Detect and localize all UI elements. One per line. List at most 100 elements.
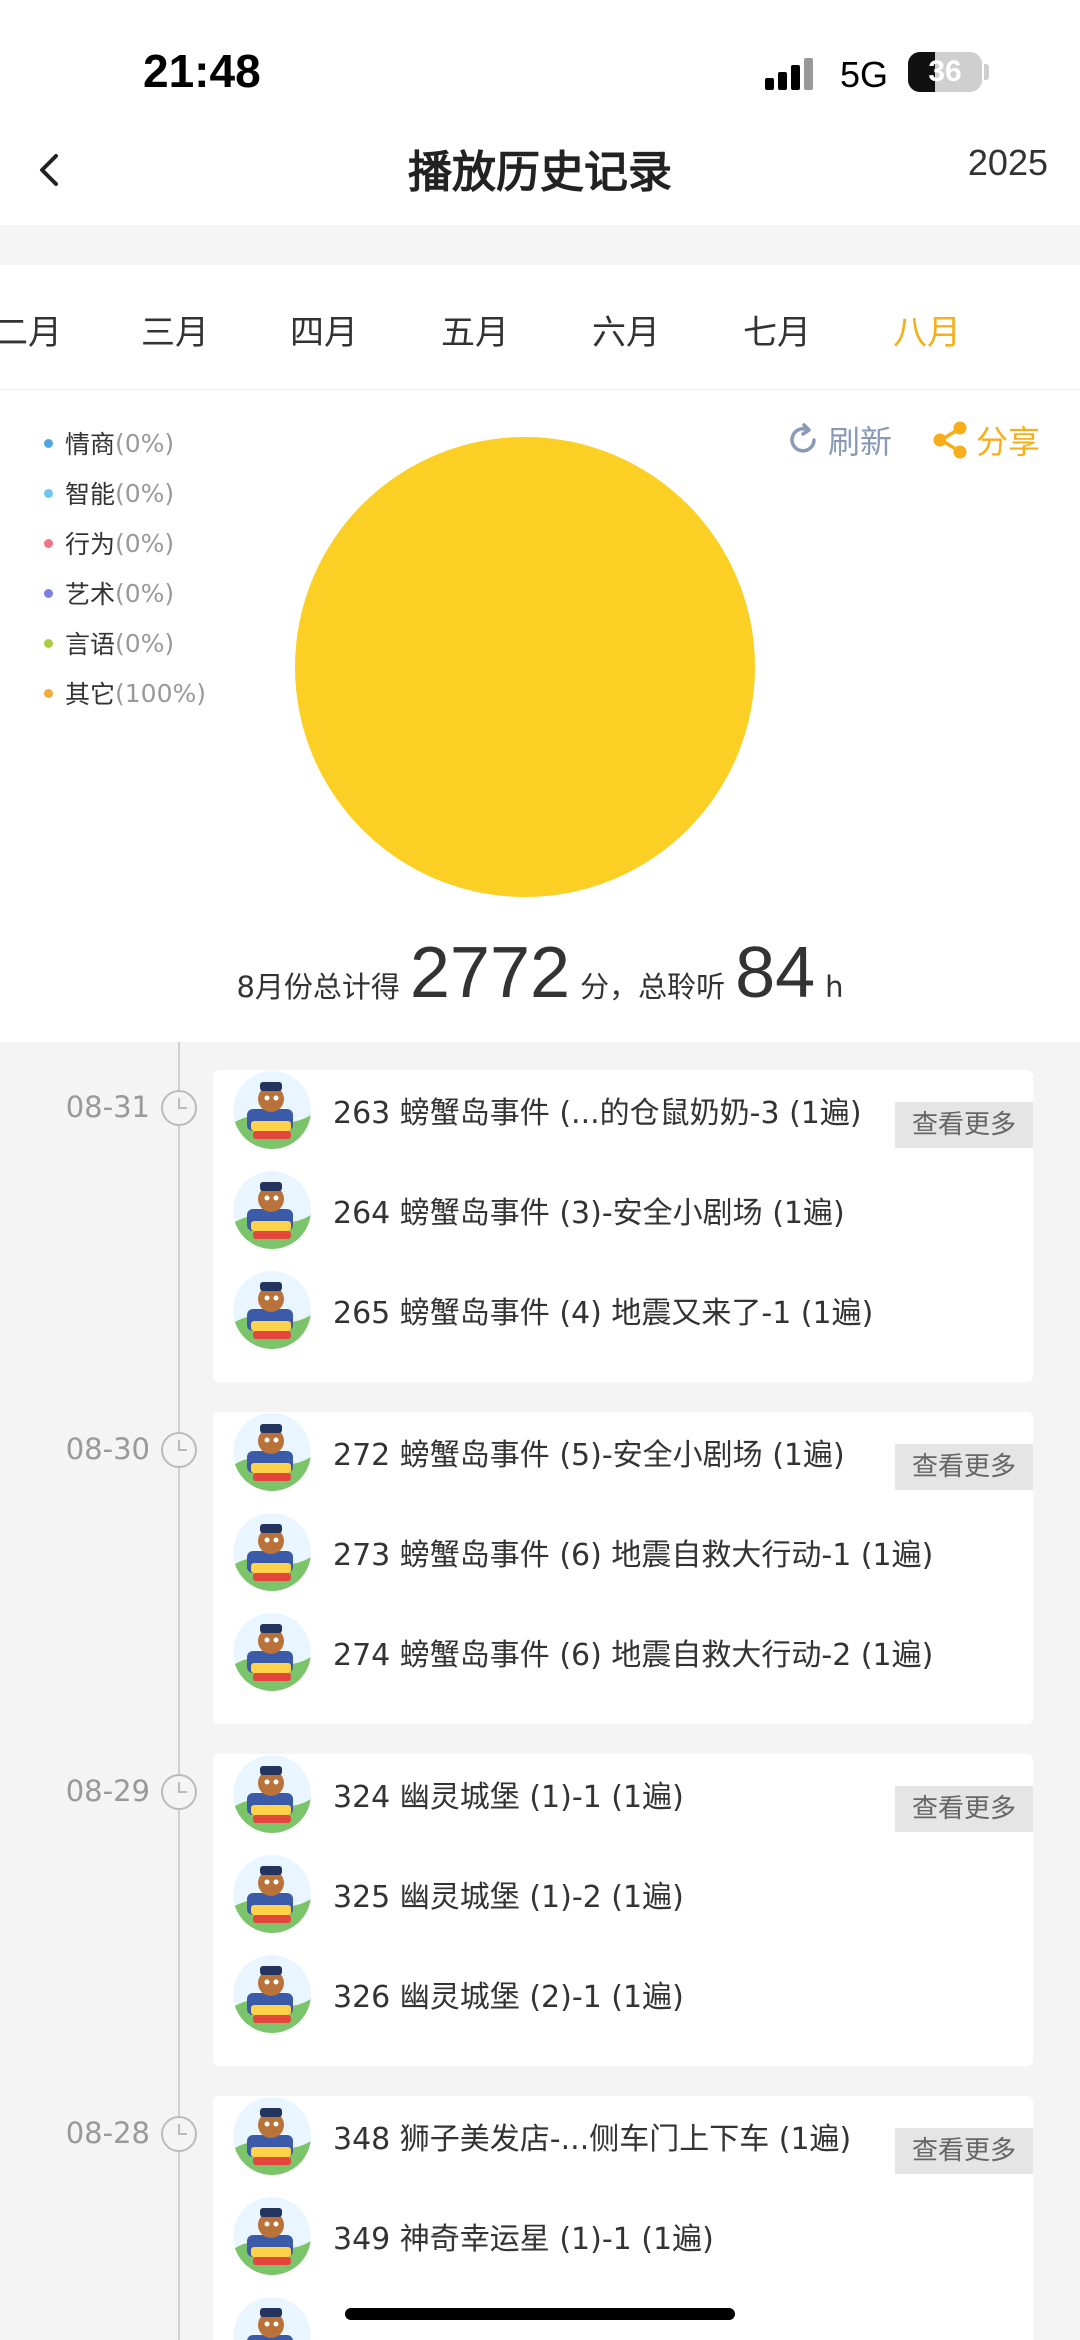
chart-legend: 情商 (0%) 智能 (0%) 行为 (0%) 艺术 (0%) 言语 (0%) 其它 (10… — [44, 418, 206, 718]
tab-month-2[interactable]: 二月 — [0, 305, 62, 354]
clock-icon — [161, 1090, 197, 1126]
battery-tip — [984, 64, 989, 80]
battery-percent: 36 — [928, 55, 962, 88]
list-item[interactable]: 265 螃蟹岛事件 (4) 地震又来了-1 (1遍) — [233, 1270, 1023, 1350]
episode-thumbnail — [233, 2097, 311, 2175]
legend-item: 其它 (100%) — [44, 668, 206, 718]
summary-mid: 分，总聆听 — [580, 970, 726, 1004]
total-hours: 84 — [735, 933, 816, 1013]
legend-item: 言语 (0%) — [44, 618, 206, 668]
tab-month-6[interactable]: 六月 — [592, 305, 660, 354]
chart-actions: 刷新 分享 — [746, 417, 1040, 463]
episode-title: 325 幽灵城堡 (1)-2 (1遍) — [333, 1880, 684, 1915]
episode-thumbnail — [233, 1413, 311, 1491]
episode-title: 326 幽灵城堡 (2)-1 (1遍) — [333, 1980, 684, 2015]
episode-thumbnail — [233, 1855, 311, 1933]
day-date: 08-30 — [65, 1432, 150, 1466]
episode-thumbnail — [233, 1071, 311, 1149]
view-more-button[interactable]: 查看更多 — [895, 1102, 1033, 1148]
legend-label: 言语 — [65, 630, 116, 659]
view-more-button[interactable]: 查看更多 — [895, 1444, 1033, 1490]
day-card: 263 螃蟹岛事件 (...的仓鼠奶奶-3 (1遍) 264 螃蟹岛事件 (3)… — [213, 1070, 1033, 1382]
network-type: 5G — [840, 54, 889, 95]
day-date: 08-29 — [65, 1774, 150, 1808]
list-item[interactable]: 274 螃蟹岛事件 (6) 地震自救大行动-2 (1遍) — [233, 1612, 1023, 1692]
day-card: 348 狮子美发店-...侧车门上下车 (1遍) 349 神奇幸运星 (1)-1… — [213, 2096, 1033, 2340]
episode-thumbnail — [233, 1613, 311, 1691]
episode-thumbnail — [233, 1755, 311, 1833]
pie-chart — [295, 437, 755, 897]
month-tabs: 二月 三月 四月 五月 六月 七月 八月 — [0, 265, 1080, 390]
episode-thumbnail — [233, 1271, 311, 1349]
cellular-signal-icon — [765, 56, 825, 90]
nav-bar: 播放历史记录 2025 — [0, 120, 1080, 225]
list-item[interactable]: 273 螃蟹岛事件 (6) 地震自救大行动-1 (1遍) — [233, 1512, 1023, 1592]
clock-icon — [161, 2116, 197, 2152]
total-score: 2772 — [409, 933, 571, 1013]
legend-label: 其它 — [65, 680, 116, 709]
legend-dot — [44, 588, 53, 598]
episode-title: 272 螃蟹岛事件 (5)-安全小剧场 (1遍) — [333, 1438, 845, 1473]
episode-title: 324 幽灵城堡 (1)-1 (1遍) — [333, 1780, 684, 1815]
day-card: 272 螃蟹岛事件 (5)-安全小剧场 (1遍) 273 螃蟹岛事件 (6) 地… — [213, 1412, 1033, 1724]
legend-dot — [44, 488, 53, 498]
tab-month-3[interactable]: 三月 — [141, 305, 209, 354]
clock-time: 21:48 — [143, 45, 261, 97]
year-selector[interactable]: 2025 — [968, 142, 1048, 184]
day-card: 324 幽灵城堡 (1)-1 (1遍) 325 幽灵城堡 (1)-2 (1遍) … — [213, 1754, 1033, 2066]
view-more-button[interactable]: 查看更多 — [895, 1786, 1033, 1832]
legend-item: 行为 (0%) — [44, 518, 206, 568]
episode-title: 348 狮子美发店-...侧车门上下车 (1遍) — [333, 2122, 852, 2157]
legend-label: 行为 — [65, 530, 116, 559]
home-indicator[interactable] — [345, 2308, 735, 2320]
legend-dot — [44, 638, 53, 648]
legend-item: 情商 (0%) — [44, 418, 206, 468]
day-date: 08-28 — [65, 2116, 150, 2150]
episode-title: 349 神奇幸运星 (1)-1 (1遍) — [333, 2222, 714, 2257]
legend-dot — [44, 438, 53, 448]
legend-percent: (0%) — [115, 578, 175, 608]
legend-label: 艺术 — [65, 580, 116, 609]
episode-thumbnail — [233, 2197, 311, 2275]
month-summary: 8月份总计得 2772 分，总聆听 84 h — [0, 932, 1080, 1014]
episode-title: 264 螃蟹岛事件 (3)-安全小剧场 (1遍) — [333, 1196, 845, 1231]
share-label: 分享 — [975, 423, 1040, 461]
legend-dot — [44, 688, 53, 698]
list-item[interactable]: 264 螃蟹岛事件 (3)-安全小剧场 (1遍) — [233, 1170, 1023, 1250]
legend-label: 智能 — [65, 480, 116, 509]
episode-thumbnail — [233, 1955, 311, 2033]
legend-percent: (0%) — [115, 478, 175, 508]
legend-label: 情商 — [65, 430, 116, 459]
tab-month-8[interactable]: 八月 — [893, 305, 961, 354]
list-item[interactable]: 325 幽灵城堡 (1)-2 (1遍) — [233, 1854, 1023, 1934]
clock-icon — [161, 1774, 197, 1810]
battery-icon: 36 — [908, 52, 982, 92]
share-icon — [933, 421, 967, 459]
legend-percent: (0%) — [115, 628, 175, 658]
legend-item: 智能 (0%) — [44, 468, 206, 518]
status-bar: 21:48 5G 36 — [0, 0, 1080, 140]
day-date: 08-31 — [65, 1090, 150, 1124]
refresh-label: 刷新 — [827, 423, 892, 461]
history-timeline: 08-31 263 螃蟹岛事件 (...的仓鼠奶奶-3 (1遍) 264 螃蟹岛… — [0, 1042, 1080, 2340]
episode-title: 265 螃蟹岛事件 (4) 地震又来了-1 (1遍) — [333, 1296, 874, 1331]
view-more-button[interactable]: 查看更多 — [895, 2128, 1033, 2174]
refresh-button[interactable]: 刷新 — [784, 417, 892, 463]
page-title: 播放历史记录 — [408, 147, 672, 198]
legend-dot — [44, 538, 53, 548]
episode-thumbnail — [233, 1171, 311, 1249]
refresh-icon — [790, 423, 816, 453]
episode-title: 274 螃蟹岛事件 (6) 地震自救大行动-2 (1遍) — [333, 1638, 934, 1673]
tab-month-4[interactable]: 四月 — [290, 305, 358, 354]
list-item[interactable]: 326 幽灵城堡 (2)-1 (1遍) — [233, 1954, 1023, 2034]
legend-percent: (100%) — [115, 678, 206, 708]
tab-month-7[interactable]: 七月 — [743, 305, 811, 354]
section-divider — [0, 225, 1080, 265]
list-item[interactable]: 349 神奇幸运星 (1)-1 (1遍) — [233, 2196, 1023, 2276]
pie-slice-other — [295, 437, 755, 897]
share-button[interactable]: 分享 — [930, 417, 1040, 463]
category-chart: 情商 (0%) 智能 (0%) 行为 (0%) 艺术 (0%) 言语 (0%) 其它 (10… — [0, 392, 1080, 1042]
legend-item: 艺术 (0%) — [44, 568, 206, 618]
tab-month-5[interactable]: 五月 — [441, 305, 509, 354]
hours-unit: h — [825, 970, 844, 1004]
